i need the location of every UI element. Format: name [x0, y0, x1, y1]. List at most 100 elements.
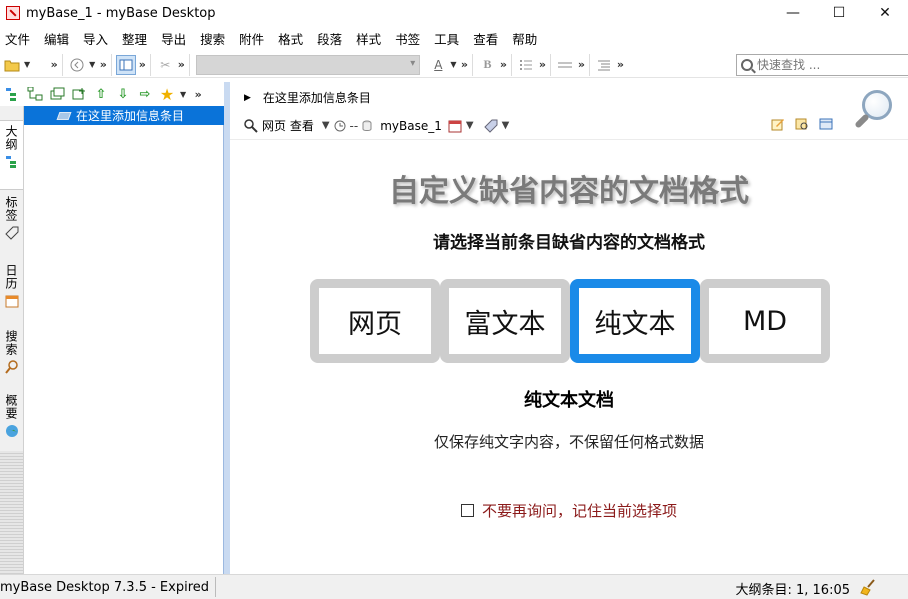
chevron-down-icon[interactable]: ▼	[322, 120, 330, 131]
close-button[interactable]: ✕	[862, 0, 908, 26]
font-color-icon[interactable]: A	[428, 55, 448, 75]
chevron-down-icon[interactable]: ▼	[180, 90, 186, 99]
clock-icon[interactable]	[334, 120, 346, 132]
entry-title-row: ▶ 在这里添加信息条目	[244, 89, 371, 106]
sidebar-filler	[0, 451, 23, 574]
chevron-down-icon[interactable]: ▼	[89, 60, 95, 69]
quick-search[interactable]	[736, 54, 908, 76]
tab-calendar[interactable]: 日历	[0, 260, 23, 324]
toolbar-group-layout: »	[114, 53, 152, 76]
indent-icon[interactable]	[594, 55, 614, 75]
magnifier-icon[interactable]	[852, 88, 896, 132]
add-sibling-icon[interactable]	[46, 84, 68, 104]
outline-tree[interactable]: 在这里添加信息条目	[24, 106, 224, 574]
menu-import[interactable]: 导入	[82, 29, 115, 48]
remember-choice[interactable]: 不要再询问，记住当前选择项	[230, 500, 908, 521]
tab-overview-label: 概要	[4, 394, 18, 420]
toolbar-group-edit: ✂ »	[153, 53, 191, 76]
chevron-down-icon[interactable]: ▼	[502, 120, 510, 131]
entry-info-bar: ▶ 在这里添加信息条目 网页 查看 ▼ -- myBase_1 ▼ ▼	[230, 82, 908, 140]
toolbar-more-icon[interactable]: »	[536, 58, 548, 71]
menu-tools[interactable]: 工具	[433, 29, 466, 48]
tab-search[interactable]: 搜索	[0, 326, 23, 388]
note-search-icon[interactable]	[792, 115, 812, 133]
bold-icon[interactable]: B	[477, 55, 497, 75]
toolbar-more-icon[interactable]: »	[175, 58, 187, 71]
edit-icon[interactable]	[768, 115, 788, 133]
broom-icon[interactable]	[860, 578, 878, 596]
tab-tags[interactable]: 标签	[0, 192, 23, 258]
calendar-icon[interactable]	[448, 119, 462, 133]
numbered-list-icon[interactable]	[516, 55, 536, 75]
main-toolbar: ▼ » ▼ » » ✂ » A ▼ » B » » »	[0, 52, 908, 78]
menu-format[interactable]: 格式	[277, 29, 310, 48]
menu-view[interactable]: 查看	[472, 29, 505, 48]
menu-help[interactable]: 帮助	[511, 29, 544, 48]
entry-actions	[764, 115, 836, 133]
star-icon[interactable]: ★	[156, 84, 178, 104]
menu-edit[interactable]: 编辑	[43, 29, 76, 48]
layout-icon[interactable]	[116, 54, 137, 75]
add-item-icon[interactable]	[68, 84, 90, 104]
toolbar-more-icon[interactable]: »	[48, 58, 60, 71]
tab-outline[interactable]: 大纲	[0, 120, 23, 190]
remember-checkbox[interactable]	[460, 504, 474, 517]
path-separator: --	[349, 118, 359, 133]
tag-icon	[4, 226, 18, 240]
menu-attachment[interactable]: 附件	[238, 29, 271, 48]
chevron-down-icon[interactable]: ▼	[450, 60, 456, 69]
calendar-icon	[5, 295, 18, 308]
toolbar-more-icon[interactable]: »	[192, 88, 204, 101]
toolbar-more-icon[interactable]: »	[97, 58, 109, 71]
menu-file[interactable]: 文件	[4, 29, 37, 48]
move-down-icon[interactable]: ⇩	[112, 84, 134, 104]
status-info: 大纲条目: 1, 16:05	[735, 583, 850, 598]
chevron-down-icon[interactable]: ▼	[24, 60, 30, 69]
format-option-html[interactable]: 网页	[310, 279, 440, 363]
window-title: myBase_1 - myBase Desktop	[26, 5, 216, 21]
remember-label[interactable]: 不要再询问，记住当前选择项	[482, 500, 677, 521]
horizontal-line-icon[interactable]	[555, 55, 575, 75]
tree-item[interactable]: 在这里添加信息条目	[24, 106, 224, 125]
toolbar-more-icon[interactable]: »	[136, 58, 148, 71]
outline-view-icon[interactable]	[2, 84, 24, 104]
quick-search-input[interactable]	[757, 58, 897, 72]
menu-paragraph[interactable]: 段落	[316, 29, 349, 48]
format-option-markdown[interactable]: MD	[700, 279, 830, 363]
database-name[interactable]: myBase_1	[380, 119, 442, 133]
tab-overview[interactable]: 概要	[0, 390, 23, 448]
toolbar-more-icon[interactable]: »	[575, 58, 587, 71]
format-option-richtext[interactable]: 富文本	[440, 279, 570, 363]
tag-icon[interactable]	[483, 119, 498, 133]
tab-calendar-label: 日历	[4, 264, 18, 290]
search-icon	[4, 360, 18, 374]
sidebar-tabs: 大纲 标签 日历 搜索 概要	[0, 106, 24, 574]
add-child-icon[interactable]	[24, 84, 46, 104]
search-icon	[741, 59, 753, 71]
font-family-select[interactable]	[196, 54, 421, 75]
minimize-button[interactable]: —	[770, 0, 816, 26]
toolbar-more-icon[interactable]: »	[458, 58, 470, 71]
menu-organize[interactable]: 整理	[121, 29, 154, 48]
open-folder-icon[interactable]	[2, 55, 22, 75]
back-icon[interactable]	[67, 55, 87, 75]
outline-toolbar: ⇧ ⇩ ⇨ ★ ▼ »	[0, 82, 226, 106]
toolbar-more-icon[interactable]: »	[614, 58, 626, 71]
expand-triangle-icon[interactable]: ▶	[244, 93, 251, 103]
chevron-down-icon[interactable]: ▼	[466, 120, 474, 131]
menu-style[interactable]: 样式	[355, 29, 388, 48]
card-view-icon[interactable]	[816, 115, 836, 133]
view-mode-label[interactable]: 网页 查看	[262, 117, 314, 134]
entry-title[interactable]: 在这里添加信息条目	[263, 89, 371, 106]
entry-meta-row: 网页 查看 ▼ -- myBase_1 ▼ ▼	[244, 117, 513, 134]
cut-icon[interactable]: ✂	[155, 55, 175, 75]
selected-format-name: 纯文本文档	[524, 390, 614, 411]
menu-bookmark[interactable]: 书签	[394, 29, 427, 48]
move-right-icon[interactable]: ⇨	[134, 84, 156, 104]
move-up-icon[interactable]: ⇧	[90, 84, 112, 104]
format-option-plaintext[interactable]: 纯文本	[570, 279, 700, 363]
menu-search[interactable]: 搜索	[199, 29, 232, 48]
toolbar-more-icon[interactable]: »	[497, 58, 509, 71]
menu-export[interactable]: 导出	[160, 29, 193, 48]
maximize-button[interactable]: ☐	[816, 0, 862, 26]
